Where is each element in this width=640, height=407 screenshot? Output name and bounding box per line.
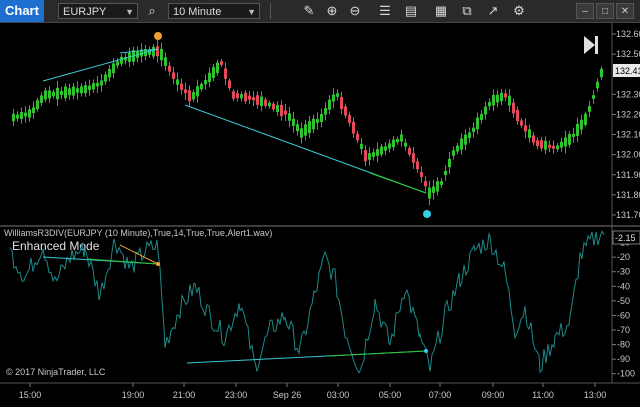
- current-indicator-label: -2.15: [615, 233, 636, 243]
- indicator-tick-label: -30: [617, 267, 630, 277]
- instrument-selector[interactable]: EURJPY ▼: [58, 3, 138, 19]
- indicator-divergence-line-top-green: [87, 258, 159, 265]
- price-tick-label: 132.20: [616, 109, 640, 119]
- indicator-tick-label: -70: [617, 325, 630, 335]
- indicator-tick-label: -80: [617, 340, 630, 350]
- properties-icon[interactable]: ☰: [376, 2, 394, 20]
- price-axis-labels: 132.60 132.50 132.30 132.20 132.10 132.00 131.…: [612, 29, 640, 220]
- indicators-icon[interactable]: ▦: [432, 2, 450, 20]
- zoom-out-icon[interactable]: ⊖: [346, 2, 364, 20]
- time-tick-label: 05:00: [379, 390, 402, 400]
- time-axis-labels: 15:00 19:00 21:00 23:00 Sep 26 03:00 05:00 07:0…: [19, 383, 607, 400]
- indicator-title: WilliamsR3DIV(EURJPY (10 Minute),True,14…: [4, 228, 272, 238]
- minimize-button[interactable]: –: [576, 3, 594, 19]
- price-tick-label: 132.10: [616, 130, 640, 140]
- price-tick-label: 131.90: [616, 170, 640, 180]
- price-divergence-line-top: [42, 48, 159, 82]
- indicator-tick-label: -60: [617, 310, 630, 320]
- copyright-text: © 2017 NinjaTrader, LLC: [6, 367, 106, 377]
- search-icon[interactable]: ⌕: [143, 2, 161, 20]
- chart-tab[interactable]: Chart: [0, 0, 44, 22]
- instrument-value: EURJPY: [63, 6, 107, 18]
- indicator-tick-label: -50: [617, 296, 630, 306]
- strategies-icon[interactable]: ⧉: [458, 2, 476, 20]
- time-tick-label: 09:00: [482, 390, 505, 400]
- indicator-signal-top: [156, 262, 160, 266]
- price-tick-label: 131.70: [616, 210, 640, 220]
- time-tick-label: 19:00: [122, 390, 145, 400]
- time-tick-label: 11:00: [532, 390, 554, 400]
- indicator-signal-bottom: [424, 349, 428, 353]
- chart-trader-icon[interactable]: ↗: [484, 2, 502, 20]
- divergence-signal-bottom: [423, 210, 431, 218]
- price-tick-label: 132.60: [616, 29, 640, 39]
- scroll-to-end-button[interactable]: [584, 36, 598, 54]
- toolbar-divider: [270, 3, 271, 19]
- price-tick-label: 131.80: [616, 190, 640, 200]
- price-tick-label: 132.30: [616, 89, 640, 99]
- indicator-axis-labels: -10-20-30-40-50-60-70-80-90-100: [612, 238, 635, 379]
- time-tick-label: 07:00: [429, 390, 452, 400]
- current-price-label: 132.41: [615, 66, 640, 76]
- maximize-button[interactable]: □: [596, 3, 614, 19]
- time-tick-label: 15:00: [19, 390, 42, 400]
- mode-label: Enhanced Mode: [12, 239, 100, 253]
- indicator-tick-label: -90: [617, 354, 630, 364]
- time-tick-label: Sep 26: [273, 390, 302, 400]
- time-tick-label: 21:00: [173, 390, 196, 400]
- time-tick-label: 23:00: [225, 390, 248, 400]
- time-tick-label: 03:00: [327, 390, 350, 400]
- time-tick-label: 13:00: [584, 390, 607, 400]
- indicator-divergence-line-bottom-green: [329, 350, 427, 357]
- indicator-tick-label: -20: [617, 252, 630, 262]
- chart-area[interactable]: 132.60 132.50 132.30 132.20 132.10 132.00 131.…: [0, 23, 640, 407]
- chevron-down-icon: ▼: [247, 7, 256, 17]
- price-tick-label: 132.00: [616, 150, 640, 160]
- chart-toolbar: Chart EURJPY ▼ ⌕ 10 Minute ▼ ✎ ⊕ ⊖ ☰ ▤ ▦…: [0, 0, 640, 23]
- divergence-signal-top: [154, 32, 162, 40]
- settings-icon[interactable]: ⚙: [510, 2, 528, 20]
- chevron-down-icon: ▼: [125, 7, 134, 17]
- zoom-in-icon[interactable]: ⊕: [323, 2, 341, 20]
- pencil-icon[interactable]: ✎: [300, 2, 318, 20]
- indicator-tick-label: -100: [617, 369, 635, 379]
- interval-selector[interactable]: 10 Minute ▼: [168, 3, 260, 19]
- indicator-tick-label: -40: [617, 281, 630, 291]
- price-divergence-line-bottom-green: [369, 172, 427, 194]
- bar-style-icon[interactable]: ▤: [402, 2, 420, 20]
- interval-value: 10 Minute: [173, 6, 222, 18]
- close-button[interactable]: ✕: [616, 3, 634, 19]
- price-tick-label: 132.50: [616, 49, 640, 59]
